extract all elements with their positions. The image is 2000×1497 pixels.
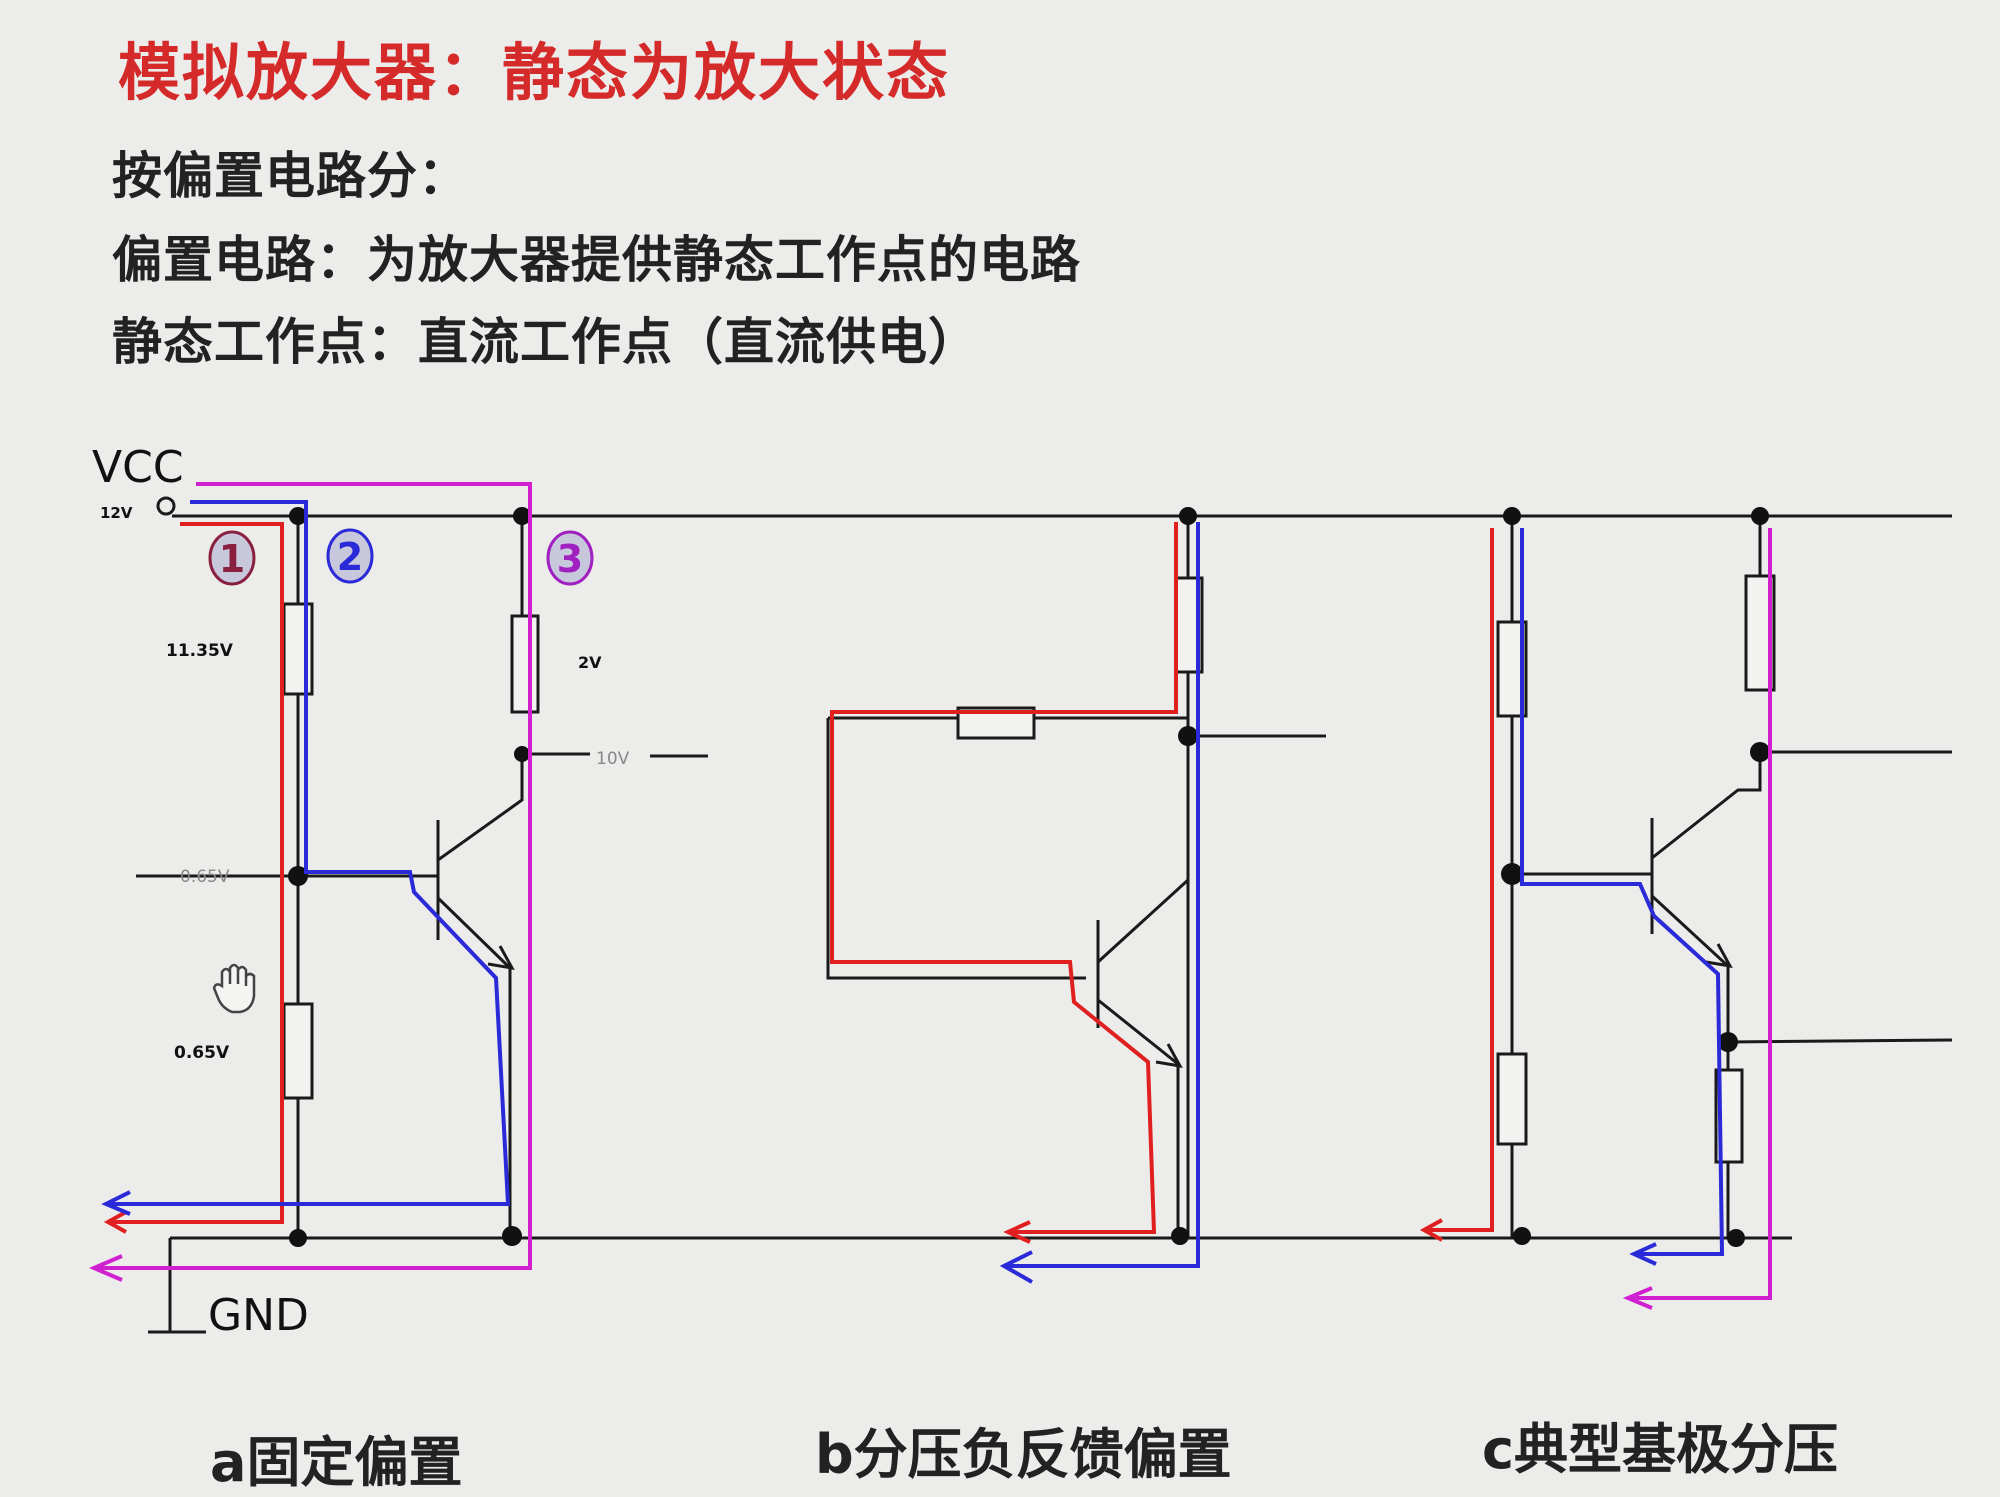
b-blue-path [1006, 522, 1200, 1268]
voltage-2v-label: 2V [578, 653, 602, 672]
hand-cursor-icon [212, 963, 256, 1014]
bias-circuits-diagram: 1 2 3 VCC 12V GND 11.35V 0.65V 0.65V 2V … [88, 442, 1953, 1341]
a-lower-resistor [282, 1002, 314, 1100]
voltage-lower-0-65v-label: 0.65V [174, 1043, 230, 1063]
voltage-base-0-65v-label: 0.65V [180, 867, 230, 887]
junction-dot [1750, 742, 1770, 762]
path-badge-2-label: 2 [337, 535, 363, 579]
voltage-11-35v-label: 11.35V [166, 641, 234, 661]
junction-dot [1178, 726, 1198, 746]
voltage-12v-label: 12V [100, 504, 133, 522]
caption-typical-base-divider: c典型基极分压 [1482, 1418, 1839, 1481]
b-collector-line [1096, 878, 1190, 964]
resistors [282, 574, 1776, 1164]
path-badge-2: 2 [326, 528, 374, 584]
junction-dot [289, 1229, 307, 1247]
vcc-terminal [156, 496, 176, 516]
junction-dot [514, 746, 530, 762]
path-badge-3-label: 3 [557, 537, 583, 581]
a-collector-resistor [510, 614, 540, 714]
magenta-current-paths [88, 482, 1772, 1310]
c-collector-line [1651, 516, 1762, 860]
c-emitter-output-wire [1727, 1038, 1953, 1044]
junction-dot [502, 1226, 522, 1246]
voltage-10v-label: 10V [596, 749, 630, 769]
b-red-path [830, 522, 1178, 1234]
junction-dot [1179, 507, 1197, 525]
blue-current-paths [101, 500, 1725, 1284]
ground-symbol-wire [148, 1238, 206, 1334]
c-lower-resistor [1496, 1052, 1528, 1146]
c-red-path [1426, 528, 1494, 1232]
junction-dot [1503, 507, 1521, 525]
path-badge-3: 3 [546, 530, 594, 586]
junction-dot [1751, 507, 1769, 525]
junction-dot [1513, 1227, 1531, 1245]
b-left-loop-wire [826, 718, 1086, 980]
path-badge-1-label: 1 [219, 537, 245, 581]
c-blue-path [1520, 528, 1725, 1256]
vcc-label: VCC [92, 442, 184, 493]
a-collector-line [437, 516, 524, 862]
gnd-label: GND [208, 1290, 309, 1341]
black-wiring [136, 514, 1953, 1334]
b-emitter-line [1097, 998, 1180, 1238]
junction-dot [1727, 1229, 1745, 1247]
caption-voltage-divider-feedback-bias: b分压负反馈偏置 [815, 1423, 1232, 1486]
junction-dot [1501, 863, 1523, 885]
path-badge-1: 1 [208, 530, 256, 586]
red-current-paths [103, 522, 1494, 1244]
caption-fixed-bias: a固定偏置 [210, 1431, 463, 1494]
junction-dot [1171, 1227, 1189, 1245]
